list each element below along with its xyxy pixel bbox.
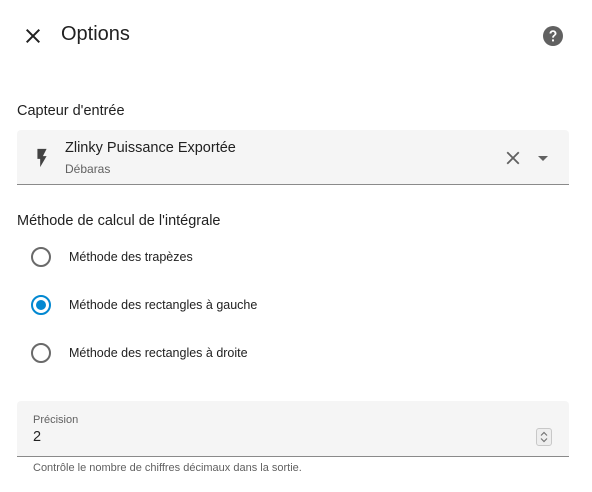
radio-option-trapezoidal[interactable]: Méthode des trapèzes xyxy=(29,245,193,269)
dialog-header: Options xyxy=(0,0,592,72)
radio-label: Méthode des rectangles à gauche xyxy=(69,298,258,312)
help-button[interactable] xyxy=(541,24,565,48)
close-icon xyxy=(26,29,40,43)
number-spinner[interactable] xyxy=(536,428,552,446)
radio-label: Méthode des rectangles à droite xyxy=(69,346,248,360)
precision-field[interactable]: Précision 2 xyxy=(17,401,569,457)
input-sensor-picker[interactable]: Zlinky Puissance Exportée Débaras xyxy=(17,130,569,185)
radio-option-right[interactable]: Méthode des rectangles à droite xyxy=(29,341,248,365)
options-dialog: Options Capteur d'entrée Zlinky Puissanc… xyxy=(0,0,592,492)
sensor-name: Zlinky Puissance Exportée xyxy=(65,140,236,156)
clear-sensor-button[interactable] xyxy=(501,146,525,170)
integration-method-label: Méthode de calcul de l'intégrale xyxy=(17,213,221,229)
precision-helper-text: Contrôle le nombre de chiffres décimaux … xyxy=(33,462,302,474)
radio-button[interactable] xyxy=(31,247,51,267)
precision-input[interactable]: 2 xyxy=(33,429,41,445)
spinner-arrows-icon xyxy=(540,431,548,443)
precision-label: Précision xyxy=(33,414,79,426)
menu-down-icon xyxy=(538,156,548,161)
help-circle-icon xyxy=(543,26,563,46)
close-button[interactable] xyxy=(17,20,49,52)
flash-icon xyxy=(37,148,47,168)
sensor-area: Débaras xyxy=(65,162,111,176)
radio-button[interactable] xyxy=(31,343,51,363)
sensor-dropdown-button[interactable] xyxy=(531,146,555,170)
dialog-title: Options xyxy=(61,23,130,45)
radio-button[interactable] xyxy=(31,295,51,315)
radio-option-left[interactable]: Méthode des rectangles à gauche xyxy=(29,293,257,317)
radio-label: Méthode des trapèzes xyxy=(69,250,193,264)
input-sensor-label: Capteur d'entrée xyxy=(17,103,125,119)
close-icon xyxy=(506,151,520,165)
